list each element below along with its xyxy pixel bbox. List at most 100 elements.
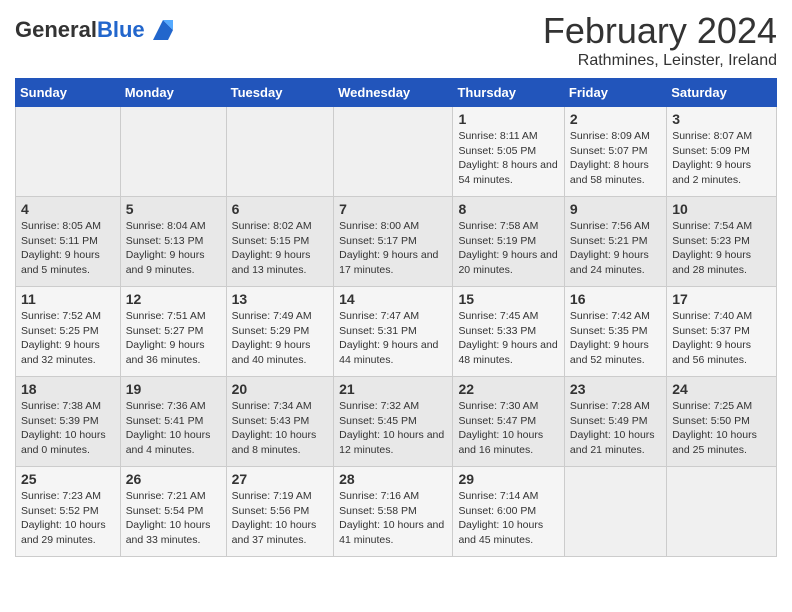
- calendar-cell: 20 Sunrise: 7:34 AM Sunset: 5:43 PM Dayli…: [226, 377, 334, 467]
- day-info: Sunrise: 7:25 AM Sunset: 5:50 PM Dayligh…: [672, 399, 771, 458]
- calendar-cell: 14 Sunrise: 7:47 AM Sunset: 5:31 PM Dayli…: [334, 287, 453, 377]
- day-info: Sunrise: 7:49 AM Sunset: 5:29 PM Dayligh…: [232, 309, 329, 368]
- calendar-cell: 2 Sunrise: 8:09 AM Sunset: 5:07 PM Daylig…: [564, 107, 666, 197]
- calendar-cell: 8 Sunrise: 7:58 AM Sunset: 5:19 PM Daylig…: [453, 197, 564, 287]
- day-number: 1: [458, 111, 558, 127]
- calendar-cell: 12 Sunrise: 7:51 AM Sunset: 5:27 PM Dayli…: [120, 287, 226, 377]
- day-info: Sunrise: 8:07 AM Sunset: 5:09 PM Dayligh…: [672, 129, 771, 188]
- day-info: Sunrise: 7:34 AM Sunset: 5:43 PM Dayligh…: [232, 399, 329, 458]
- day-info: Sunrise: 7:16 AM Sunset: 5:58 PM Dayligh…: [339, 489, 447, 548]
- calendar-cell: 26Sunrise: 7:21 AM Sunset: 5:54 PM Dayli…: [120, 467, 226, 557]
- calendar-cell: 28 Sunrise: 7:16 AM Sunset: 5:58 PM Dayli…: [334, 467, 453, 557]
- calendar-cell: [564, 467, 666, 557]
- day-number: 29: [458, 471, 558, 487]
- calendar-cell: 17 Sunrise: 7:40 AM Sunset: 5:37 PM Dayli…: [667, 287, 777, 377]
- weekday-header-monday: Monday: [120, 79, 226, 107]
- calendar-cell: 29 Sunrise: 7:14 AM Sunset: 6:00 PM Dayli…: [453, 467, 564, 557]
- calendar-cell: 25Sunrise: 7:23 AM Sunset: 5:52 PM Dayli…: [16, 467, 121, 557]
- week-row-2: 4Sunrise: 8:05 AM Sunset: 5:11 PM Daylig…: [16, 197, 777, 287]
- day-info: Sunrise: 7:14 AM Sunset: 6:00 PM Dayligh…: [458, 489, 558, 548]
- day-number: 4: [21, 201, 115, 217]
- day-number: 6: [232, 201, 329, 217]
- day-info: Sunrise: 7:42 AM Sunset: 5:35 PM Dayligh…: [570, 309, 661, 368]
- weekday-header-saturday: Saturday: [667, 79, 777, 107]
- day-number: 10: [672, 201, 771, 217]
- day-number: 9: [570, 201, 661, 217]
- day-number: 15: [458, 291, 558, 307]
- week-row-1: 1 Sunrise: 8:11 AM Sunset: 5:05 PM Daylig…: [16, 107, 777, 197]
- weekday-header-thursday: Thursday: [453, 79, 564, 107]
- calendar-cell: 15 Sunrise: 7:45 AM Sunset: 5:33 PM Dayli…: [453, 287, 564, 377]
- calendar-cell: 27 Sunrise: 7:19 AM Sunset: 5:56 PM Dayli…: [226, 467, 334, 557]
- calendar-cell: 23 Sunrise: 7:28 AM Sunset: 5:49 PM Dayli…: [564, 377, 666, 467]
- logo-general-text: General: [15, 17, 97, 42]
- weekday-header-tuesday: Tuesday: [226, 79, 334, 107]
- day-info: Sunrise: 7:21 AM Sunset: 5:54 PM Dayligh…: [126, 489, 221, 548]
- day-info: Sunrise: 7:52 AM Sunset: 5:25 PM Dayligh…: [21, 309, 115, 368]
- day-info: Sunrise: 7:19 AM Sunset: 5:56 PM Dayligh…: [232, 489, 329, 548]
- day-info: Sunrise: 7:51 AM Sunset: 5:27 PM Dayligh…: [126, 309, 221, 368]
- day-info: Sunrise: 7:40 AM Sunset: 5:37 PM Dayligh…: [672, 309, 771, 368]
- calendar-cell: [16, 107, 121, 197]
- day-info: Sunrise: 7:58 AM Sunset: 5:19 PM Dayligh…: [458, 219, 558, 278]
- calendar-cell: 13 Sunrise: 7:49 AM Sunset: 5:29 PM Dayli…: [226, 287, 334, 377]
- weekday-header-friday: Friday: [564, 79, 666, 107]
- day-number: 18: [21, 381, 115, 397]
- day-info: Sunrise: 8:09 AM Sunset: 5:07 PM Dayligh…: [570, 129, 661, 188]
- calendar-cell: 10 Sunrise: 7:54 AM Sunset: 5:23 PM Dayli…: [667, 197, 777, 287]
- day-number: 11: [21, 291, 115, 307]
- day-number: 19: [126, 381, 221, 397]
- calendar-cell: 22 Sunrise: 7:30 AM Sunset: 5:47 PM Dayli…: [453, 377, 564, 467]
- calendar-cell: [334, 107, 453, 197]
- day-info: Sunrise: 7:28 AM Sunset: 5:49 PM Dayligh…: [570, 399, 661, 458]
- weekday-header-wednesday: Wednesday: [334, 79, 453, 107]
- day-number: 20: [232, 381, 329, 397]
- calendar-cell: 16Sunrise: 7:42 AM Sunset: 5:35 PM Dayli…: [564, 287, 666, 377]
- day-info: Sunrise: 7:38 AM Sunset: 5:39 PM Dayligh…: [21, 399, 115, 458]
- calendar-cell: 4Sunrise: 8:05 AM Sunset: 5:11 PM Daylig…: [16, 197, 121, 287]
- day-number: 7: [339, 201, 447, 217]
- day-number: 17: [672, 291, 771, 307]
- day-number: 28: [339, 471, 447, 487]
- logo-icon: [148, 15, 178, 45]
- day-info: Sunrise: 7:23 AM Sunset: 5:52 PM Dayligh…: [21, 489, 115, 548]
- day-info: Sunrise: 7:32 AM Sunset: 5:45 PM Dayligh…: [339, 399, 447, 458]
- day-number: 21: [339, 381, 447, 397]
- day-number: 14: [339, 291, 447, 307]
- calendar-cell: 11 Sunrise: 7:52 AM Sunset: 5:25 PM Dayli…: [16, 287, 121, 377]
- day-info: Sunrise: 8:02 AM Sunset: 5:15 PM Dayligh…: [232, 219, 329, 278]
- logo-blue-text: Blue: [97, 17, 145, 42]
- page-header: GeneralBlue February 2024 Rathmines, Lei…: [15, 10, 777, 70]
- day-number: 13: [232, 291, 329, 307]
- calendar-cell: 5Sunrise: 8:04 AM Sunset: 5:13 PM Daylig…: [120, 197, 226, 287]
- subtitle: Rathmines, Leinster, Ireland: [543, 52, 777, 70]
- calendar-cell: [120, 107, 226, 197]
- day-number: 2: [570, 111, 661, 127]
- day-number: 8: [458, 201, 558, 217]
- day-info: Sunrise: 7:54 AM Sunset: 5:23 PM Dayligh…: [672, 219, 771, 278]
- calendar-cell: 7 Sunrise: 8:00 AM Sunset: 5:17 PM Daylig…: [334, 197, 453, 287]
- calendar-cell: 1 Sunrise: 8:11 AM Sunset: 5:05 PM Daylig…: [453, 107, 564, 197]
- day-number: 22: [458, 381, 558, 397]
- day-number: 24: [672, 381, 771, 397]
- weekday-header-sunday: Sunday: [16, 79, 121, 107]
- calendar-table: SundayMondayTuesdayWednesdayThursdayFrid…: [15, 78, 777, 557]
- title-section: February 2024 Rathmines, Leinster, Irela…: [543, 10, 777, 70]
- day-number: 12: [126, 291, 221, 307]
- day-info: Sunrise: 8:11 AM Sunset: 5:05 PM Dayligh…: [458, 129, 558, 188]
- day-info: Sunrise: 8:00 AM Sunset: 5:17 PM Dayligh…: [339, 219, 447, 278]
- logo: GeneralBlue: [15, 15, 178, 45]
- day-info: Sunrise: 7:30 AM Sunset: 5:47 PM Dayligh…: [458, 399, 558, 458]
- day-number: 5: [126, 201, 221, 217]
- day-number: 27: [232, 471, 329, 487]
- day-info: Sunrise: 7:56 AM Sunset: 5:21 PM Dayligh…: [570, 219, 661, 278]
- calendar-cell: 6 Sunrise: 8:02 AM Sunset: 5:15 PM Daylig…: [226, 197, 334, 287]
- calendar-cell: 3Sunrise: 8:07 AM Sunset: 5:09 PM Daylig…: [667, 107, 777, 197]
- calendar-cell: 21 Sunrise: 7:32 AM Sunset: 5:45 PM Dayli…: [334, 377, 453, 467]
- day-number: 23: [570, 381, 661, 397]
- day-info: Sunrise: 7:45 AM Sunset: 5:33 PM Dayligh…: [458, 309, 558, 368]
- day-info: Sunrise: 7:36 AM Sunset: 5:41 PM Dayligh…: [126, 399, 221, 458]
- calendar-cell: 19 Sunrise: 7:36 AM Sunset: 5:41 PM Dayli…: [120, 377, 226, 467]
- week-row-5: 25Sunrise: 7:23 AM Sunset: 5:52 PM Dayli…: [16, 467, 777, 557]
- day-info: Sunrise: 7:47 AM Sunset: 5:31 PM Dayligh…: [339, 309, 447, 368]
